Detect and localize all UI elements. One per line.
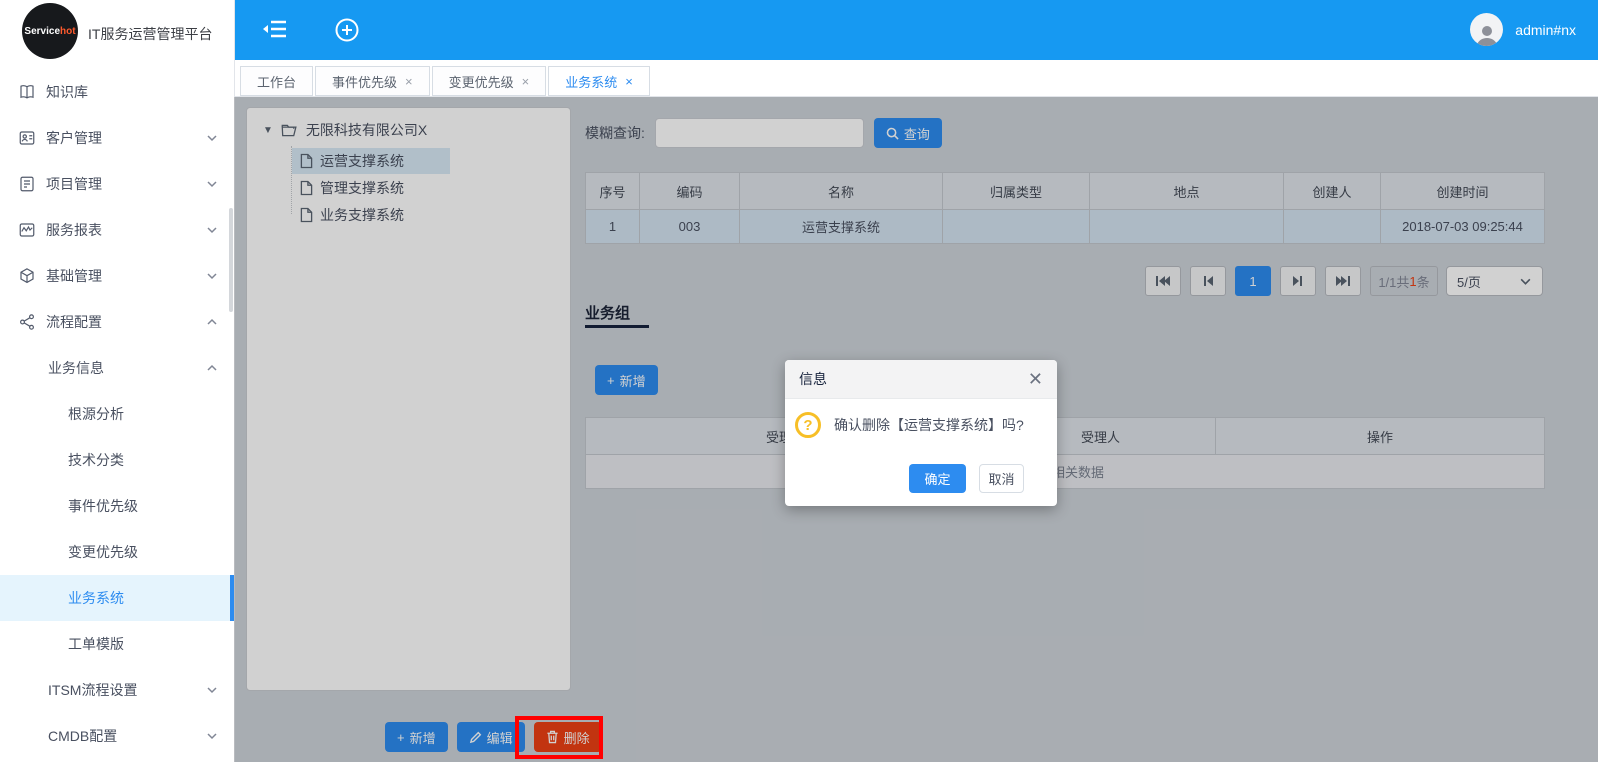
tab-label: 业务系统 bbox=[565, 74, 618, 90]
content-pane: ▼ 无限科技有限公司X 运营支撑系统 管理支撑系统 业务支撑系统 + 新增 编辑… bbox=[234, 97, 1598, 762]
sidebar-item-base[interactable]: 基础管理 bbox=[0, 253, 234, 299]
sidebar-item-business-info[interactable]: 业务信息 bbox=[0, 345, 234, 391]
question-icon: ? bbox=[795, 412, 821, 438]
sidebar-item-knowledge[interactable]: 知识库 bbox=[0, 69, 234, 115]
tab-change-priority[interactable]: 变更优先级 × bbox=[431, 66, 547, 96]
sidebar-item-itsm-flow[interactable]: ITSM流程设置 bbox=[0, 667, 234, 713]
close-icon[interactable]: × bbox=[522, 74, 530, 89]
dialog-title: 信息 bbox=[799, 371, 827, 387]
username: admin#nx bbox=[1515, 21, 1576, 38]
project-icon bbox=[18, 175, 36, 193]
sidebar-item-label: 变更优先级 bbox=[68, 544, 138, 560]
close-icon[interactable]: × bbox=[405, 74, 413, 89]
chevron-up-icon bbox=[206, 316, 218, 328]
app-window: Servicehot IT服务运营管理平台 知识库 客户管理 项目管理 服务报表… bbox=[0, 0, 1598, 762]
confirm-button[interactable]: 确定 bbox=[909, 464, 966, 493]
sidebar-item-change-priority[interactable]: 变更优先级 bbox=[0, 529, 234, 575]
report-icon bbox=[18, 221, 36, 239]
tab-incident-priority[interactable]: 事件优先级 × bbox=[315, 66, 430, 96]
confirm-button-label: 确定 bbox=[924, 472, 951, 487]
chevron-up-icon bbox=[206, 362, 218, 374]
sidebar-item-label: 根源分析 bbox=[68, 406, 124, 422]
sidebar-item-customer[interactable]: 客户管理 bbox=[0, 115, 234, 161]
chevron-down-icon bbox=[206, 224, 218, 236]
sidebar-scrollbar[interactable] bbox=[229, 208, 233, 312]
servicehot-logo: Servicehot bbox=[22, 3, 78, 59]
sidebar-item-label: 基础管理 bbox=[46, 268, 102, 284]
sidebar-item-label: 业务信息 bbox=[48, 360, 104, 376]
tabbar: 工作台 事件优先级 × 变更优先级 × 业务系统 × bbox=[234, 60, 1598, 97]
sidebar-item-label: 客户管理 bbox=[46, 130, 102, 146]
sidebar-item-flow[interactable]: 流程配置 bbox=[0, 299, 234, 345]
sidebar-item-incident-priority[interactable]: 事件优先级 bbox=[0, 483, 234, 529]
sidebar: Servicehot IT服务运营管理平台 知识库 客户管理 项目管理 服务报表… bbox=[0, 0, 235, 762]
sidebar-item-label: 项目管理 bbox=[46, 176, 102, 192]
avatar bbox=[1470, 13, 1504, 46]
sidebar-item-ticket-template[interactable]: 工单模版 bbox=[0, 621, 234, 667]
customer-icon bbox=[18, 129, 36, 147]
dialog-message: 确认删除【运营支撑系统】吗? bbox=[834, 417, 1024, 433]
logo-area: Servicehot IT服务运营管理平台 bbox=[0, 0, 234, 62]
topbar: admin#nx bbox=[234, 0, 1598, 60]
sidebar-item-label: 工单模版 bbox=[68, 636, 124, 652]
cancel-button[interactable]: 取消 bbox=[979, 464, 1024, 493]
sidebar-item-label: ITSM流程设置 bbox=[48, 682, 138, 698]
sidebar-menu: 知识库 客户管理 项目管理 服务报表 基础管理 流程配置 业务信息 根源分析 技… bbox=[0, 69, 234, 759]
user-menu[interactable]: admin#nx bbox=[1470, 13, 1576, 46]
tab-business-system[interactable]: 业务系统 × bbox=[548, 66, 650, 96]
sidebar-item-business-system[interactable]: 业务系统 bbox=[0, 575, 234, 621]
menu-fold-icon[interactable] bbox=[262, 17, 290, 41]
logo-hot-text: hot bbox=[60, 25, 76, 37]
sidebar-item-label: 服务报表 bbox=[46, 222, 102, 238]
tab-label: 事件优先级 bbox=[332, 74, 398, 90]
confirm-dialog: 信息 ✕ ? 确认删除【运营支撑系统】吗? 确定 取消 bbox=[785, 360, 1057, 506]
sidebar-item-label: CMDB配置 bbox=[48, 728, 118, 744]
tab-label: 变更优先级 bbox=[448, 74, 514, 90]
chevron-down-icon bbox=[206, 270, 218, 282]
sidebar-item-label: 业务系统 bbox=[68, 590, 124, 606]
sidebar-item-label: 技术分类 bbox=[68, 452, 124, 468]
dialog-footer: 确定 取消 bbox=[909, 464, 1024, 493]
close-icon[interactable]: × bbox=[625, 74, 633, 89]
book-icon bbox=[18, 83, 36, 101]
chevron-down-icon bbox=[206, 684, 218, 696]
close-icon[interactable]: ✕ bbox=[1028, 370, 1043, 388]
sidebar-item-label: 知识库 bbox=[46, 84, 88, 100]
dialog-body: ? 确认删除【运营支撑系统】吗? bbox=[785, 399, 1057, 438]
sidebar-item-report[interactable]: 服务报表 bbox=[0, 207, 234, 253]
dialog-header: 信息 ✕ bbox=[785, 360, 1057, 399]
chevron-down-icon bbox=[206, 178, 218, 190]
sidebar-item-cmdb-config[interactable]: CMDB配置 bbox=[0, 713, 234, 759]
base-icon bbox=[18, 267, 36, 285]
flow-icon bbox=[18, 313, 36, 331]
chevron-down-icon bbox=[206, 730, 218, 742]
sidebar-item-project[interactable]: 项目管理 bbox=[0, 161, 234, 207]
cancel-button-label: 取消 bbox=[988, 472, 1015, 487]
tab-label: 工作台 bbox=[257, 74, 297, 90]
logo-service-text: Service bbox=[24, 25, 61, 37]
sidebar-item-label: 事件优先级 bbox=[68, 498, 138, 514]
tab-workbench[interactable]: 工作台 bbox=[240, 66, 314, 96]
chevron-down-icon bbox=[206, 132, 218, 144]
sidebar-item-root-cause[interactable]: 根源分析 bbox=[0, 391, 234, 437]
app-title: IT服务运营管理平台 bbox=[88, 26, 213, 42]
sidebar-item-label: 流程配置 bbox=[46, 314, 102, 330]
sidebar-item-tech-category[interactable]: 技术分类 bbox=[0, 437, 234, 483]
annotation-highlight-box bbox=[515, 716, 603, 759]
plus-circle-icon[interactable] bbox=[334, 17, 360, 43]
